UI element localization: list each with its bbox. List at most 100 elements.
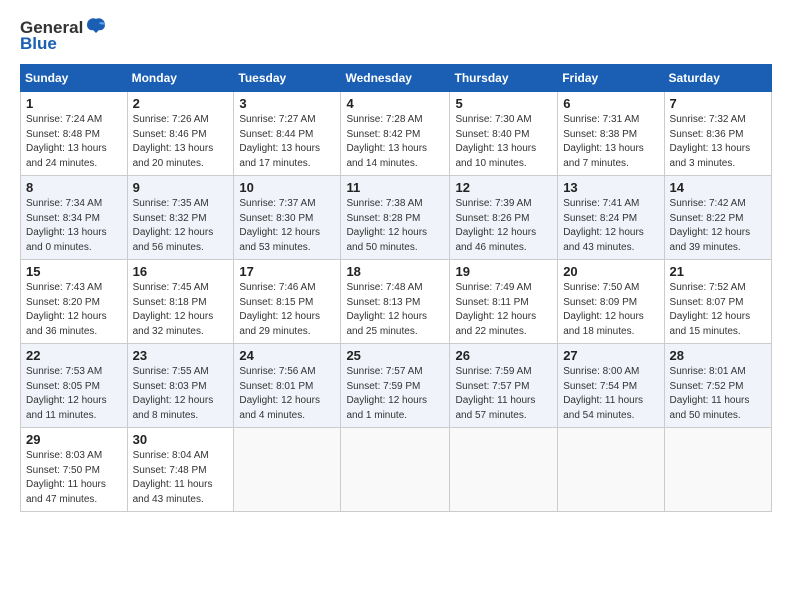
day-info: Sunrise: 7:42 AM Sunset: 8:22 PM Dayligh… — [670, 197, 766, 255]
day-info: Sunrise: 7:53 AM Sunset: 8:05 PM Dayligh… — [26, 365, 122, 423]
calendar-cell: 24Sunrise: 7:56 AM Sunset: 8:01 PM Dayli… — [234, 344, 341, 428]
day-number: 11 — [346, 180, 444, 195]
day-number: 20 — [563, 264, 658, 279]
day-info: Sunrise: 7:26 AM Sunset: 8:46 PM Dayligh… — [133, 113, 229, 171]
weekday-tuesday: Tuesday — [234, 65, 341, 92]
weekday-saturday: Saturday — [664, 65, 771, 92]
calendar-page: General Blue SundayMondayTuesdayWednesda… — [0, 0, 792, 522]
calendar-cell: 18 Sunrise: 7:48 AM Sunset: 8:13 PM Dayli… — [341, 260, 450, 344]
day-number: 14 — [670, 180, 766, 195]
day-number: 7 — [670, 96, 766, 111]
day-info: Sunrise: 7:46 AM Sunset: 8:15 PM Dayligh… — [239, 281, 335, 339]
logo: General Blue — [20, 18, 107, 54]
day-number: 26 — [455, 348, 552, 363]
calendar-cell: 11 Sunrise: 7:38 AM Sunset: 8:28 PM Dayli… — [341, 176, 450, 260]
day-info: Sunrise: 7:50 AM Sunset: 8:09 PM Dayligh… — [563, 281, 658, 339]
calendar-cell: 2 Sunrise: 7:26 AM Sunset: 8:46 PM Daylig… — [127, 92, 234, 176]
logo-bird-icon — [85, 17, 107, 37]
day-number: 23 — [133, 348, 229, 363]
calendar-week-row: 29 Sunrise: 8:03 AM Sunset: 7:50 PM Dayli… — [21, 428, 772, 512]
calendar-cell: 28 Sunrise: 8:01 AM Sunset: 7:52 PM Dayli… — [664, 344, 771, 428]
day-info: Sunrise: 7:35 AM Sunset: 8:32 PM Dayligh… — [133, 197, 229, 255]
calendar-cell: 10 Sunrise: 7:37 AM Sunset: 8:30 PM Dayli… — [234, 176, 341, 260]
day-info: Sunrise: 7:30 AM Sunset: 8:40 PM Dayligh… — [455, 113, 552, 171]
day-number: 29 — [26, 432, 122, 447]
calendar-cell — [664, 428, 771, 512]
day-info: Sunrise: 7:59 AM Sunset: 7:57 PM Dayligh… — [455, 365, 552, 423]
calendar-cell: 26 Sunrise: 7:59 AM Sunset: 7:57 PM Dayli… — [450, 344, 558, 428]
calendar-cell: 16Sunrise: 7:45 AM Sunset: 8:18 PM Dayli… — [127, 260, 234, 344]
calendar-cell: 6Sunrise: 7:31 AM Sunset: 8:38 PM Daylig… — [558, 92, 664, 176]
calendar-cell: 20 Sunrise: 7:50 AM Sunset: 8:09 PM Dayli… — [558, 260, 664, 344]
day-info: Sunrise: 7:38 AM Sunset: 8:28 PM Dayligh… — [346, 197, 444, 255]
day-number: 13 — [563, 180, 658, 195]
day-number: 24 — [239, 348, 335, 363]
calendar-cell — [341, 428, 450, 512]
day-info: Sunrise: 7:57 AM Sunset: 7:59 PM Dayligh… — [346, 365, 444, 423]
day-info: Sunrise: 8:00 AM Sunset: 7:54 PM Dayligh… — [563, 365, 658, 423]
calendar-cell: 8 Sunrise: 7:34 AM Sunset: 8:34 PM Daylig… — [21, 176, 128, 260]
day-number: 22 — [26, 348, 122, 363]
calendar-cell: 19 Sunrise: 7:49 AM Sunset: 8:11 PM Dayli… — [450, 260, 558, 344]
calendar-cell: 14 Sunrise: 7:42 AM Sunset: 8:22 PM Dayli… — [664, 176, 771, 260]
calendar-cell: 3Sunrise: 7:27 AM Sunset: 8:44 PM Daylig… — [234, 92, 341, 176]
day-number: 5 — [455, 96, 552, 111]
day-number: 3 — [239, 96, 335, 111]
calendar-cell: 4Sunrise: 7:28 AM Sunset: 8:42 PM Daylig… — [341, 92, 450, 176]
day-number: 8 — [26, 180, 122, 195]
calendar-cell: 1 Sunrise: 7:24 AM Sunset: 8:48 PM Daylig… — [21, 92, 128, 176]
calendar-cell: 27 Sunrise: 8:00 AM Sunset: 7:54 PM Dayli… — [558, 344, 664, 428]
logo-blue-text: Blue — [20, 34, 57, 54]
day-info: Sunrise: 7:49 AM Sunset: 8:11 PM Dayligh… — [455, 281, 552, 339]
weekday-header-row: SundayMondayTuesdayWednesdayThursdayFrid… — [21, 65, 772, 92]
calendar-cell: 13 Sunrise: 7:41 AM Sunset: 8:24 PM Dayli… — [558, 176, 664, 260]
day-info: Sunrise: 7:41 AM Sunset: 8:24 PM Dayligh… — [563, 197, 658, 255]
calendar-cell: 17 Sunrise: 7:46 AM Sunset: 8:15 PM Dayli… — [234, 260, 341, 344]
calendar-week-row: 1 Sunrise: 7:24 AM Sunset: 8:48 PM Daylig… — [21, 92, 772, 176]
day-number: 25 — [346, 348, 444, 363]
weekday-wednesday: Wednesday — [341, 65, 450, 92]
day-number: 1 — [26, 96, 122, 111]
day-number: 27 — [563, 348, 658, 363]
calendar-cell: 29 Sunrise: 8:03 AM Sunset: 7:50 PM Dayli… — [21, 428, 128, 512]
day-number: 9 — [133, 180, 229, 195]
calendar-cell: 21Sunrise: 7:52 AM Sunset: 8:07 PM Dayli… — [664, 260, 771, 344]
day-info: Sunrise: 7:24 AM Sunset: 8:48 PM Dayligh… — [26, 113, 122, 171]
day-info: Sunrise: 7:31 AM Sunset: 8:38 PM Dayligh… — [563, 113, 658, 171]
day-info: Sunrise: 7:55 AM Sunset: 8:03 PM Dayligh… — [133, 365, 229, 423]
calendar-cell — [234, 428, 341, 512]
calendar-cell: 25 Sunrise: 7:57 AM Sunset: 7:59 PM Dayli… — [341, 344, 450, 428]
calendar-cell: 5 Sunrise: 7:30 AM Sunset: 8:40 PM Daylig… — [450, 92, 558, 176]
weekday-friday: Friday — [558, 65, 664, 92]
day-number: 10 — [239, 180, 335, 195]
day-info: Sunrise: 8:03 AM Sunset: 7:50 PM Dayligh… — [26, 449, 122, 507]
calendar-week-row: 15Sunrise: 7:43 AM Sunset: 8:20 PM Dayli… — [21, 260, 772, 344]
weekday-thursday: Thursday — [450, 65, 558, 92]
day-info: Sunrise: 7:39 AM Sunset: 8:26 PM Dayligh… — [455, 197, 552, 255]
day-info: Sunrise: 8:04 AM Sunset: 7:48 PM Dayligh… — [133, 449, 229, 507]
day-info: Sunrise: 7:34 AM Sunset: 8:34 PM Dayligh… — [26, 197, 122, 255]
calendar-cell: 7Sunrise: 7:32 AM Sunset: 8:36 PM Daylig… — [664, 92, 771, 176]
weekday-sunday: Sunday — [21, 65, 128, 92]
day-number: 2 — [133, 96, 229, 111]
day-info: Sunrise: 7:28 AM Sunset: 8:42 PM Dayligh… — [346, 113, 444, 171]
day-number: 19 — [455, 264, 552, 279]
day-number: 15 — [26, 264, 122, 279]
calendar-week-row: 22 Sunrise: 7:53 AM Sunset: 8:05 PM Dayli… — [21, 344, 772, 428]
calendar-cell: 9 Sunrise: 7:35 AM Sunset: 8:32 PM Daylig… — [127, 176, 234, 260]
calendar-cell: 12 Sunrise: 7:39 AM Sunset: 8:26 PM Dayli… — [450, 176, 558, 260]
day-number: 18 — [346, 264, 444, 279]
calendar-cell — [450, 428, 558, 512]
day-number: 30 — [133, 432, 229, 447]
day-number: 12 — [455, 180, 552, 195]
day-number: 28 — [670, 348, 766, 363]
day-info: Sunrise: 7:45 AM Sunset: 8:18 PM Dayligh… — [133, 281, 229, 339]
calendar-cell — [558, 428, 664, 512]
day-info: Sunrise: 7:37 AM Sunset: 8:30 PM Dayligh… — [239, 197, 335, 255]
calendar-cell: 23 Sunrise: 7:55 AM Sunset: 8:03 PM Dayli… — [127, 344, 234, 428]
day-info: Sunrise: 7:48 AM Sunset: 8:13 PM Dayligh… — [346, 281, 444, 339]
day-info: Sunrise: 8:01 AM Sunset: 7:52 PM Dayligh… — [670, 365, 766, 423]
calendar-week-row: 8 Sunrise: 7:34 AM Sunset: 8:34 PM Daylig… — [21, 176, 772, 260]
weekday-monday: Monday — [127, 65, 234, 92]
day-number: 17 — [239, 264, 335, 279]
